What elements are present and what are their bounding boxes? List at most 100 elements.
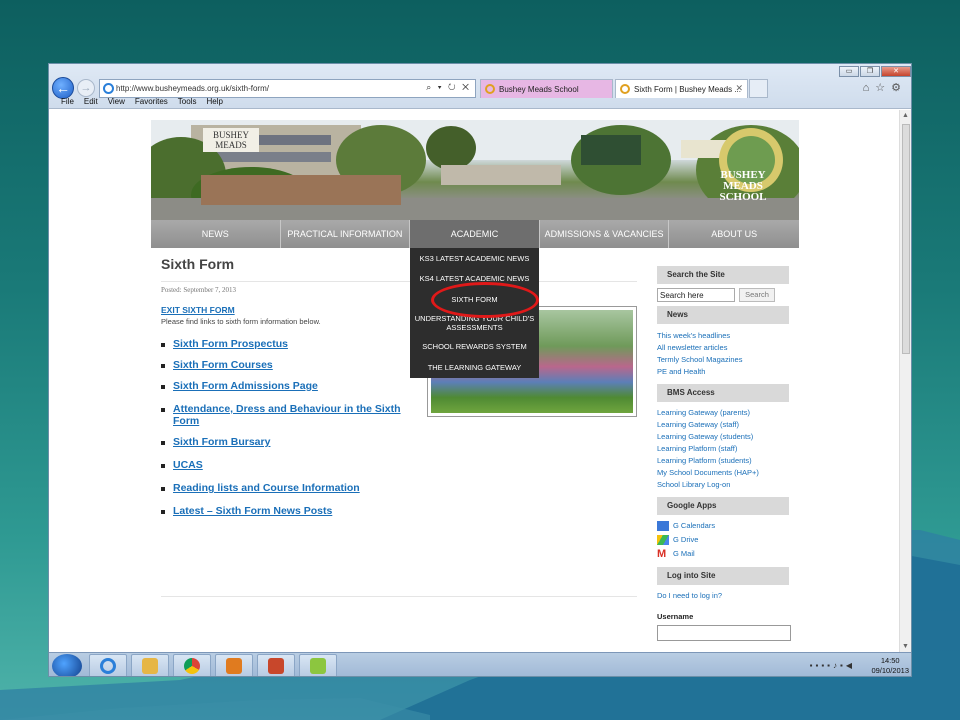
tab-favicon-icon	[620, 84, 630, 94]
news-heading: News	[657, 306, 789, 324]
favorites-star-icon[interactable]: ☆	[875, 82, 891, 94]
gmail-icon: M	[657, 548, 667, 560]
link-admissions-page[interactable]: Sixth Form Admissions Page	[161, 380, 411, 392]
google-apps-heading: Google Apps	[657, 497, 789, 515]
taskbar-explorer[interactable]	[131, 654, 169, 676]
bms-access-heading: BMS Access	[657, 384, 789, 402]
menu-file[interactable]: File	[61, 97, 74, 110]
username-label: Username	[657, 612, 694, 621]
tab-label: Sixth Form | Bushey Meads ...	[634, 84, 742, 94]
folder-icon	[142, 658, 158, 674]
login-heading: Log into Site	[657, 567, 789, 585]
home-icon[interactable]: ⌂	[863, 82, 876, 94]
close-window-button[interactable]: ✕	[881, 66, 911, 77]
toolbar-icons: ⌂☆⚙	[863, 81, 907, 94]
search-input[interactable]: Search here	[657, 288, 735, 302]
search-row: Search here Search	[657, 288, 789, 302]
menu-edit[interactable]: Edit	[84, 97, 98, 110]
system-tray-icons[interactable]: ▪▪▪▪♪▪◀	[810, 661, 855, 670]
menu-view[interactable]: View	[108, 97, 125, 110]
windows-taskbar: ▪▪▪▪♪▪◀ 14:50 09/10/2013	[49, 652, 911, 676]
search-heading: Search the Site	[657, 266, 789, 284]
window-controls: ▭ ❐ ✕	[839, 66, 911, 77]
bms-link[interactable]: My School Documents (HAP+)	[657, 467, 789, 479]
nav-academic[interactable]: ACADEMIC	[410, 220, 540, 248]
app-icon	[310, 658, 326, 674]
taskbar-app[interactable]	[299, 654, 337, 676]
link-prospectus[interactable]: Sixth Form Prospectus	[161, 338, 411, 350]
link-latest-news-posts[interactable]: Latest – Sixth Form News Posts	[161, 505, 411, 517]
bms-link[interactable]: Learning Gateway (staff)	[657, 419, 789, 431]
menu-favorites[interactable]: Favorites	[135, 97, 168, 110]
scroll-thumb[interactable]	[902, 124, 910, 354]
bms-link[interactable]: School Library Log-on	[657, 479, 789, 491]
news-link[interactable]: This week's headlines	[657, 330, 789, 342]
scroll-up-icon[interactable]: ▲	[902, 112, 909, 119]
restore-button[interactable]: ❐	[860, 66, 880, 77]
news-link[interactable]: All newsletter articles	[657, 342, 789, 354]
taskbar-ie[interactable]	[89, 654, 127, 676]
banner-logo-right: BUSHEY MEADS SCHOOL	[719, 169, 767, 203]
app-label: G Calendars	[673, 521, 716, 530]
taskbar-powerpoint[interactable]	[257, 654, 295, 676]
app-label: G Drive	[673, 535, 699, 544]
forward-button[interactable]: →	[77, 79, 95, 97]
link-attendance-dress-behaviour[interactable]: Attendance, Dress and Behaviour in the S…	[161, 403, 411, 427]
menu-bar: File Edit View Favorites Tools Help	[49, 97, 911, 110]
ie-icon	[103, 83, 114, 94]
banner-logo-left: BUSHEY MEADS	[203, 128, 259, 152]
clock-time: 14:50	[880, 656, 900, 665]
nav-about-us[interactable]: ABOUT US	[669, 220, 799, 248]
school-banner-image: BUSHEY MEADS BUSHEY MEADS SCHOOL	[151, 120, 799, 220]
dropdown-rewards-system[interactable]: SCHOOL REWARDS SYSTEM	[410, 337, 539, 358]
new-tab-button[interactable]	[749, 79, 768, 98]
nav-news[interactable]: NEWS	[151, 220, 281, 248]
drive-icon	[657, 535, 669, 545]
nav-practical-information[interactable]: PRACTICAL INFORMATION	[281, 220, 411, 248]
bms-link[interactable]: Learning Platform (students)	[657, 455, 789, 467]
back-button[interactable]: ←	[52, 77, 74, 99]
menu-help[interactable]: Help	[206, 97, 222, 110]
tab-favicon-icon	[485, 84, 495, 94]
gear-icon[interactable]: ⚙	[891, 82, 907, 94]
username-field[interactable]	[657, 625, 791, 641]
google-drive-link[interactable]: G Drive	[657, 533, 789, 547]
bms-link[interactable]: Learning Gateway (students)	[657, 431, 789, 443]
tab-sixth-form[interactable]: Sixth Form | Bushey Meads ... ✕	[615, 79, 748, 98]
tab-bushey-meads-school[interactable]: Bushey Meads School	[480, 79, 613, 98]
browser-window: ← → http://www.busheymeads.org.uk/sixth-…	[48, 63, 912, 677]
search-button[interactable]: Search	[739, 288, 775, 302]
minimize-button[interactable]: ▭	[839, 66, 859, 77]
media-player-icon	[226, 658, 242, 674]
sidebar: Search the Site Search here Search News …	[657, 266, 791, 641]
vertical-scrollbar[interactable]: ▲ ▼	[899, 110, 911, 652]
link-ucas[interactable]: UCAS	[161, 459, 411, 471]
taskbar-chrome[interactable]	[173, 654, 211, 676]
bms-link[interactable]: Learning Gateway (parents)	[657, 407, 789, 419]
start-button[interactable]	[52, 654, 82, 676]
google-calendars-link[interactable]: G Calendars	[657, 519, 789, 533]
login-help-link[interactable]: Do I need to log in?	[657, 590, 789, 602]
address-tools-icon[interactable]: ⌕ ▾ ↻ ✕	[426, 82, 471, 93]
app-label: G Mail	[673, 549, 695, 558]
news-link[interactable]: Termly School Magazines	[657, 354, 789, 366]
link-reading-lists[interactable]: Reading lists and Course Information	[161, 482, 411, 494]
ie-icon	[100, 658, 116, 674]
taskbar-media[interactable]	[215, 654, 253, 676]
menu-tools[interactable]: Tools	[178, 97, 197, 110]
link-courses[interactable]: Sixth Form Courses	[161, 359, 411, 371]
google-mail-link[interactable]: M G Mail	[657, 547, 789, 561]
close-tab-icon[interactable]: ✕	[735, 83, 743, 94]
bms-link[interactable]: Learning Platform (staff)	[657, 443, 789, 455]
address-bar[interactable]: http://www.busheymeads.org.uk/sixth-form…	[99, 79, 476, 98]
nav-admissions-vacancies[interactable]: ADMISSIONS & VACANCIES	[540, 220, 670, 248]
dropdown-learning-gateway[interactable]: THE LEARNING GATEWAY	[410, 357, 539, 378]
news-link[interactable]: PE and Health	[657, 366, 789, 378]
chrome-icon	[184, 658, 200, 674]
dropdown-ks3-news[interactable]: KS3 LATEST ACADEMIC NEWS	[410, 248, 539, 269]
address-url: http://www.busheymeads.org.uk/sixth-form…	[116, 84, 269, 93]
link-bursary[interactable]: Sixth Form Bursary	[161, 436, 411, 448]
scroll-down-icon[interactable]: ▼	[902, 643, 909, 650]
clock-date: 09/10/2013	[871, 666, 909, 675]
clock[interactable]: 14:50 09/10/2013	[871, 656, 909, 676]
